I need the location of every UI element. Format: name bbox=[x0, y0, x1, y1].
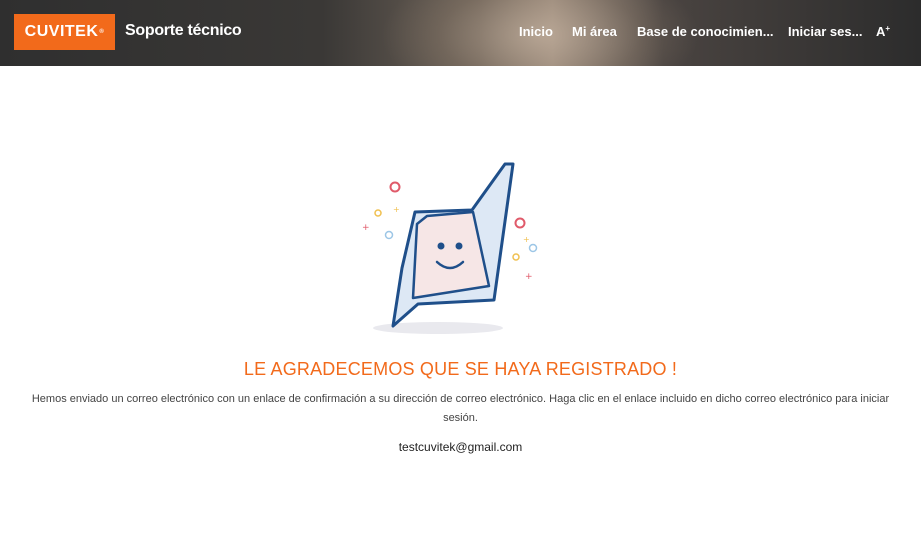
confetti-ring-blue-2 bbox=[528, 243, 538, 253]
nav-item-iniciar-sesion[interactable]: Iniciar ses... bbox=[788, 24, 862, 39]
nav-item-base-de-conocimiento[interactable]: Base de conocimien... bbox=[637, 24, 774, 39]
registration-thanks-heading: LE AGRADECEMOS QUE SE HAYA REGISTRADO ! bbox=[243, 359, 678, 379]
confetti-plus-2: + bbox=[393, 205, 400, 214]
right-eye bbox=[455, 242, 463, 250]
confetti-ring-blue-1 bbox=[384, 230, 394, 240]
text-size-icon[interactable]: A+ bbox=[876, 24, 890, 39]
confetti-plus-1: + bbox=[362, 223, 370, 233]
logo-text: CUVITEK bbox=[24, 23, 99, 40]
cuvitek-logo[interactable]: CUVITEK ® bbox=[14, 14, 115, 50]
registered-email: testcuvitek@gmail.com bbox=[398, 440, 523, 454]
confetti-plus-4: + bbox=[525, 272, 533, 282]
confetti-ring-yellow-1 bbox=[374, 209, 382, 217]
confetti-ring-red-1 bbox=[389, 181, 401, 193]
nav-item-inicio[interactable]: Inicio bbox=[519, 24, 553, 39]
confirmation-message: Hemos enviado un correo electrónico con … bbox=[31, 393, 890, 424]
logo-registered-mark: ® bbox=[99, 29, 105, 35]
left-eye bbox=[437, 242, 445, 250]
confetti-ring-yellow-2 bbox=[512, 253, 520, 261]
site-title[interactable]: Soporte técnico bbox=[125, 22, 242, 40]
confetti-plus-3: + bbox=[523, 235, 530, 244]
smiling-chat-bubble-illustration: + + + + bbox=[362, 162, 538, 334]
confetti-ring-red-2 bbox=[514, 217, 526, 229]
nav-item-mi-area[interactable]: Mi área bbox=[572, 24, 617, 39]
